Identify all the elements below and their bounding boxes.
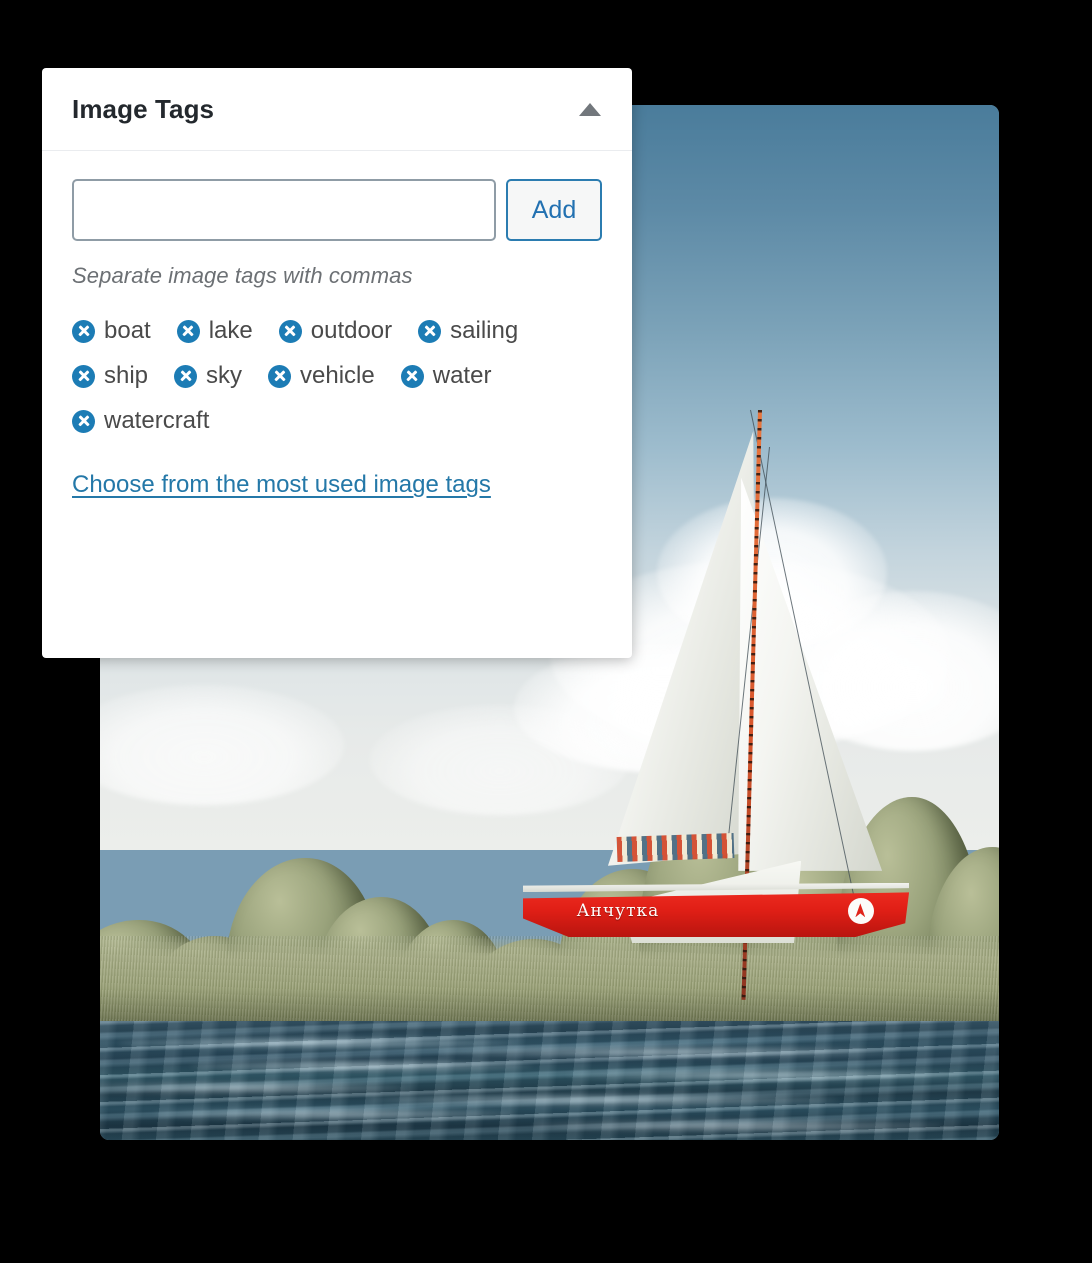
- tag-label: vehicle: [300, 362, 375, 389]
- remove-tag-icon[interactable]: [278, 319, 302, 343]
- tag-item: lake: [176, 317, 253, 344]
- tag-item: vehicle: [268, 364, 375, 388]
- tag-item: water: [400, 362, 492, 389]
- remove-tag-icon[interactable]: [176, 319, 200, 343]
- caret-up-icon: [579, 102, 601, 116]
- bunting-flags: [616, 832, 735, 862]
- hull-stripe: [522, 882, 910, 893]
- tag-item: boat: [72, 319, 151, 343]
- water-region: [100, 1020, 999, 1140]
- sailboat: Анчутка: [522, 866, 910, 944]
- tag-label: lake: [208, 317, 253, 344]
- tag-item: sky: [174, 364, 242, 388]
- tag-label: watercraft: [104, 407, 210, 434]
- remove-tag-icon[interactable]: [400, 364, 424, 388]
- new-tag-input[interactable]: [72, 179, 496, 241]
- remove-tag-icon[interactable]: [268, 364, 292, 388]
- reed-band: [100, 936, 999, 1032]
- tag-item: ship: [72, 364, 148, 388]
- tag-item: watercraft: [72, 409, 209, 433]
- add-tag-button[interactable]: Add: [506, 179, 602, 241]
- panel-header: Image Tags: [42, 68, 632, 151]
- image-tags-panel: Image Tags Add Separate image tags with …: [42, 68, 632, 658]
- panel-body: Add Separate image tags with commas boat…: [42, 151, 632, 499]
- remove-tag-icon[interactable]: [72, 364, 95, 388]
- tag-label: boat: [104, 317, 151, 344]
- collapse-toggle-button[interactable]: [570, 89, 610, 129]
- tag-hint-text: Separate image tags with commas: [72, 263, 413, 288]
- remove-tag-icon[interactable]: [72, 319, 95, 343]
- remove-tag-icon[interactable]: [174, 364, 198, 388]
- tag-label: outdoor: [310, 317, 393, 344]
- tag-label: sky: [206, 362, 243, 389]
- tag-item: sailing: [418, 319, 518, 343]
- remove-tag-icon[interactable]: [418, 319, 442, 343]
- tag-label: sailing: [450, 317, 519, 344]
- tag-entry-row: Add: [72, 179, 602, 241]
- tag-list: boat lake outdoor sailing ship sky vehic…: [72, 319, 567, 433]
- tag-label: water: [432, 362, 492, 389]
- panel-title: Image Tags: [72, 93, 215, 124]
- remove-tag-icon[interactable]: [72, 409, 95, 433]
- tag-item: outdoor: [278, 317, 393, 344]
- tag-label: ship: [104, 362, 149, 389]
- boat-name-text: Анчутка: [576, 901, 660, 922]
- choose-most-used-tags-link[interactable]: Choose from the most used image tags: [72, 471, 491, 499]
- screenshot-stage: Анчутка Image Tags Add Separate image ta…: [0, 0, 1092, 1263]
